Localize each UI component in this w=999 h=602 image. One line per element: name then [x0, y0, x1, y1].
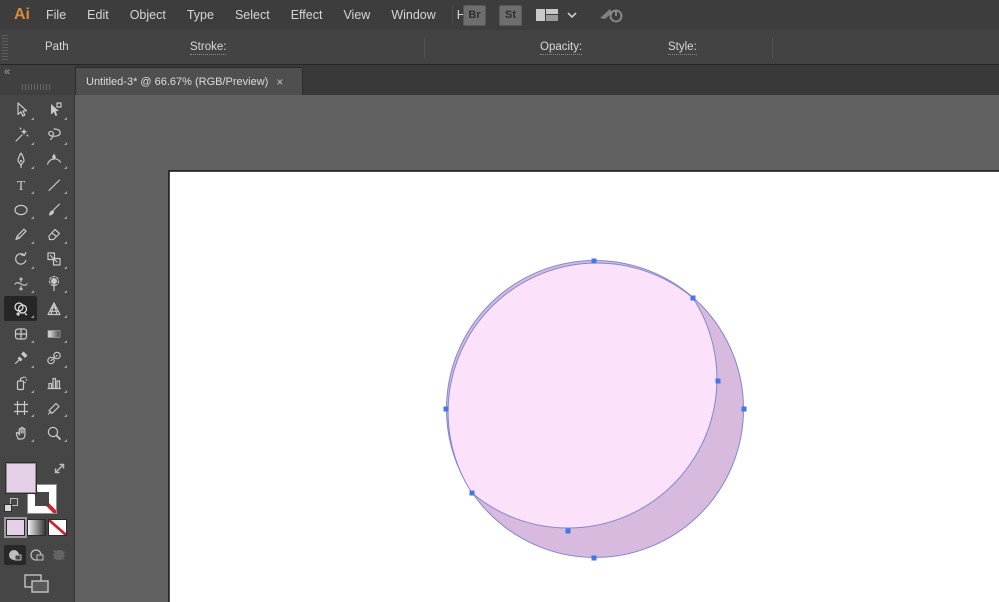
ellipse-tool[interactable]	[4, 197, 37, 222]
default-fill-stroke-icon[interactable]	[4, 498, 18, 512]
opacity-label[interactable]: Opacity:	[540, 41, 583, 55]
anchor-point[interactable]	[591, 258, 597, 264]
paint-type-buttons	[4, 517, 69, 538]
illustrator-logo: Ai	[14, 6, 30, 23]
draw-inside-button[interactable]	[48, 545, 70, 565]
column-graph-tool[interactable]	[37, 371, 70, 396]
menu-type[interactable]: Type	[185, 6, 216, 24]
anchor-point[interactable]	[443, 406, 449, 412]
rotate-tool[interactable]	[4, 247, 37, 272]
direct-selection-tool[interactable]	[37, 98, 70, 123]
pencil-tool[interactable]	[4, 222, 37, 247]
pen-tool[interactable]	[4, 148, 37, 173]
document-tab[interactable]: Untitled-3* @ 66.67% (RGB/Preview) ×	[75, 67, 303, 95]
line-segment-tool[interactable]	[37, 172, 70, 197]
magic-wand-tool[interactable]	[4, 123, 37, 148]
control-bar: Path Stroke: Basic Opacity: 100% › Style…	[0, 30, 999, 87]
perspective-grid-tool[interactable]	[37, 296, 70, 321]
artboard-tool[interactable]	[4, 396, 37, 421]
svg-text:T: T	[16, 179, 25, 193]
drawing-mode-buttons	[4, 545, 70, 565]
stock-button[interactable]: St	[499, 4, 522, 26]
menu-edit[interactable]: Edit	[85, 6, 111, 24]
slice-tool[interactable]	[37, 396, 70, 421]
canvas-svg	[168, 170, 999, 602]
eraser-tool[interactable]	[37, 222, 70, 247]
fill-proxy-swatch[interactable]	[5, 462, 37, 494]
color-button[interactable]	[4, 517, 27, 538]
gradient-button[interactable]	[27, 519, 46, 536]
menu-bar: Ai File Edit Object Type Select Effect View Win…	[0, 0, 999, 30]
workspace-chevron-icon[interactable]	[567, 12, 577, 18]
width-tool[interactable]	[4, 272, 37, 297]
tool-panel-grip[interactable]	[22, 84, 52, 90]
separator	[772, 38, 773, 58]
menu-effect[interactable]: Effect	[289, 6, 325, 24]
anchor-point[interactable]	[741, 406, 747, 412]
scale-tool[interactable]	[37, 247, 70, 272]
draw-normal-button[interactable]	[4, 545, 26, 565]
draw-behind-button[interactable]	[26, 545, 48, 565]
menu-select[interactable]: Select	[233, 6, 272, 24]
eyedropper-tool[interactable]	[4, 346, 37, 371]
style-label[interactable]: Style:	[668, 41, 697, 55]
selection-type-label: Path	[45, 41, 69, 53]
lasso-tool[interactable]	[37, 123, 70, 148]
paintbrush-tool[interactable]	[37, 197, 70, 222]
menubar-separator	[452, 6, 453, 24]
tool-panel-header: «	[0, 65, 75, 95]
tool-panel: T	[0, 95, 75, 602]
curvature-tool[interactable]	[37, 148, 70, 173]
zoom-tool[interactable]	[37, 420, 70, 445]
close-icon[interactable]: ×	[276, 76, 283, 88]
menu-file[interactable]: File	[44, 6, 68, 24]
hand-tool[interactable]	[4, 420, 37, 445]
stroke-proxy-hole	[35, 492, 49, 506]
mesh-tool[interactable]	[4, 321, 37, 346]
anchor-point[interactable]	[715, 378, 721, 384]
stroke-label[interactable]: Stroke:	[190, 41, 227, 55]
selection-tool[interactable]	[4, 98, 37, 123]
control-bar-grip[interactable]	[2, 35, 8, 60]
blend-tool[interactable]	[37, 346, 70, 371]
type-tool[interactable]: T	[4, 172, 37, 197]
anchor-point[interactable]	[690, 295, 696, 301]
none-button[interactable]	[48, 519, 67, 536]
swap-fill-stroke-icon[interactable]	[52, 461, 67, 481]
menu-object[interactable]: Object	[128, 6, 168, 24]
puppet-warp-tool[interactable]	[37, 272, 70, 297]
anchor-point[interactable]	[565, 528, 571, 534]
bridge-button[interactable]: Br	[463, 4, 486, 26]
tab-bar: « Untitled-3* @ 66.67% (RGB/Preview) ×	[0, 65, 999, 95]
screen-mode-button[interactable]	[22, 573, 52, 600]
workspace-switcher-icon[interactable]	[535, 7, 561, 23]
gradient-tool[interactable]	[37, 321, 70, 346]
menu-view[interactable]: View	[341, 6, 372, 24]
menu-window[interactable]: Window	[389, 6, 437, 24]
menu-items: File Edit Object Type Select Effect View Window…	[44, 6, 502, 24]
anchor-point[interactable]	[591, 555, 597, 561]
separator	[424, 38, 425, 58]
cs-live-icon[interactable]	[597, 6, 627, 24]
shape-builder-tool[interactable]	[4, 296, 37, 322]
tools-grid: T	[4, 98, 71, 445]
collapse-panel-icon[interactable]: «	[4, 66, 10, 78]
anchor-point[interactable]	[469, 490, 475, 496]
document-tab-title: Untitled-3* @ 66.67% (RGB/Preview)	[86, 75, 269, 88]
canvas-area[interactable]	[75, 95, 999, 602]
symbol-sprayer-tool[interactable]	[4, 371, 37, 396]
